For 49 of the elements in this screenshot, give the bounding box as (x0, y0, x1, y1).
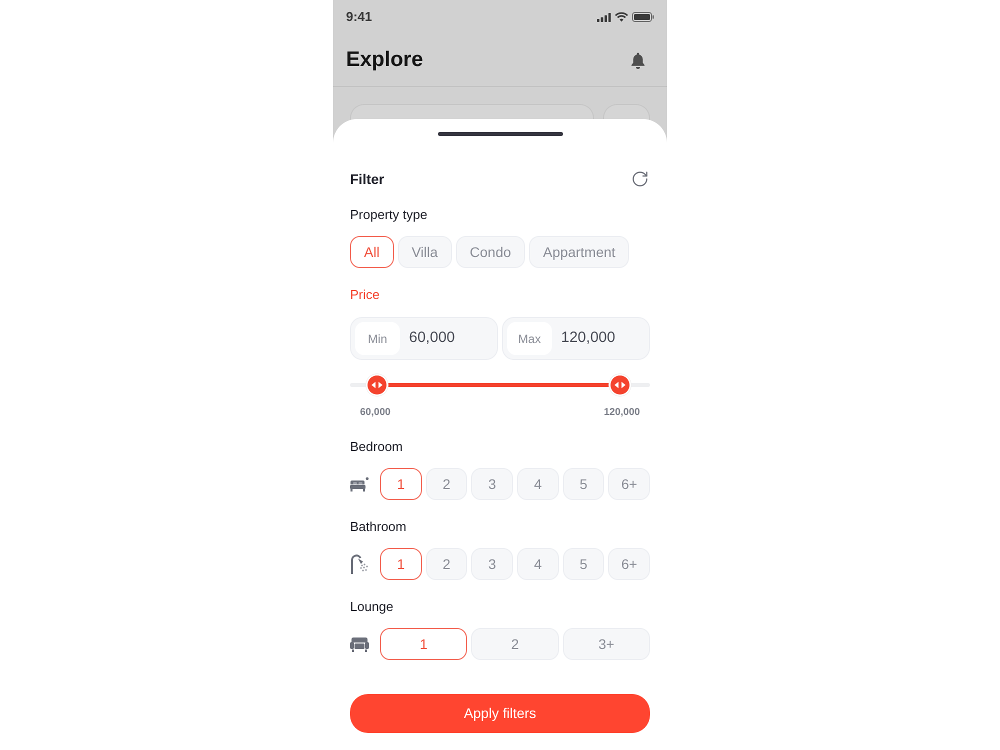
lounge-option[interactable]: 1 (380, 628, 468, 660)
sheet-handle[interactable] (438, 132, 562, 136)
field-value: 120,000 (561, 328, 616, 348)
apply-filters-button[interactable]: Apply filters (350, 694, 650, 733)
notification-bell-icon[interactable] (631, 52, 645, 68)
signal-icon (597, 12, 611, 22)
bathroom-option[interactable]: 2 (426, 548, 468, 580)
bathroom-option[interactable]: 3 (471, 548, 514, 580)
property-type-chip[interactable]: All (350, 236, 394, 268)
property-type-chip[interactable]: Appartment (529, 236, 630, 268)
battery-icon (632, 12, 654, 22)
bathroom-option[interactable]: 5 (562, 548, 604, 580)
bedroom-option[interactable]: 3 (471, 468, 514, 500)
sheet-title: Filter (350, 170, 384, 188)
slider-track[interactable] (350, 373, 650, 397)
max-price-field[interactable]: Max 120,000 (502, 317, 650, 360)
bathroom-option[interactable]: 4 (517, 548, 559, 580)
bedroom-option[interactable]: 2 (426, 468, 468, 500)
property-type-chip[interactable]: Condo (456, 236, 526, 268)
min-price-field[interactable]: Min 60,000 (350, 317, 498, 360)
section-label: Bathroom (350, 518, 406, 536)
lounge-option[interactable]: 3+ (562, 628, 650, 660)
bed-icon (350, 476, 369, 492)
page-title: Explore (346, 47, 424, 74)
section-label: Price (350, 286, 380, 304)
shower-icon (350, 554, 369, 574)
section-label: Bedroom (350, 438, 403, 456)
wifi-icon (615, 12, 628, 22)
slider-thumb[interactable] (608, 373, 632, 397)
lounge-option[interactable]: 2 (471, 628, 559, 660)
bedroom-option[interactable]: 6+ (608, 468, 650, 500)
armchair-icon (350, 636, 369, 652)
property-type-chip[interactable]: Villa (398, 236, 452, 268)
bedroom-option[interactable]: 5 (562, 468, 604, 500)
status-time: 9:41 (346, 8, 372, 26)
slider-min-label: 60,000 (360, 406, 391, 420)
slider-thumb[interactable] (365, 373, 389, 397)
bathroom-option[interactable]: 1 (380, 548, 422, 580)
bathroom-option[interactable]: 6+ (608, 548, 650, 580)
reset-icon[interactable] (631, 170, 649, 188)
bedroom-option[interactable]: 4 (517, 468, 559, 500)
field-value: 60,000 (409, 328, 455, 348)
field-label: Max (507, 322, 552, 355)
section-label: Lounge (350, 598, 394, 616)
search-field[interactable] (350, 104, 594, 120)
section-label: Property type (350, 206, 428, 224)
bedroom-option[interactable]: 1 (380, 468, 422, 500)
field-label: Min (355, 322, 400, 355)
slider-max-label: 120,000 (604, 406, 640, 420)
